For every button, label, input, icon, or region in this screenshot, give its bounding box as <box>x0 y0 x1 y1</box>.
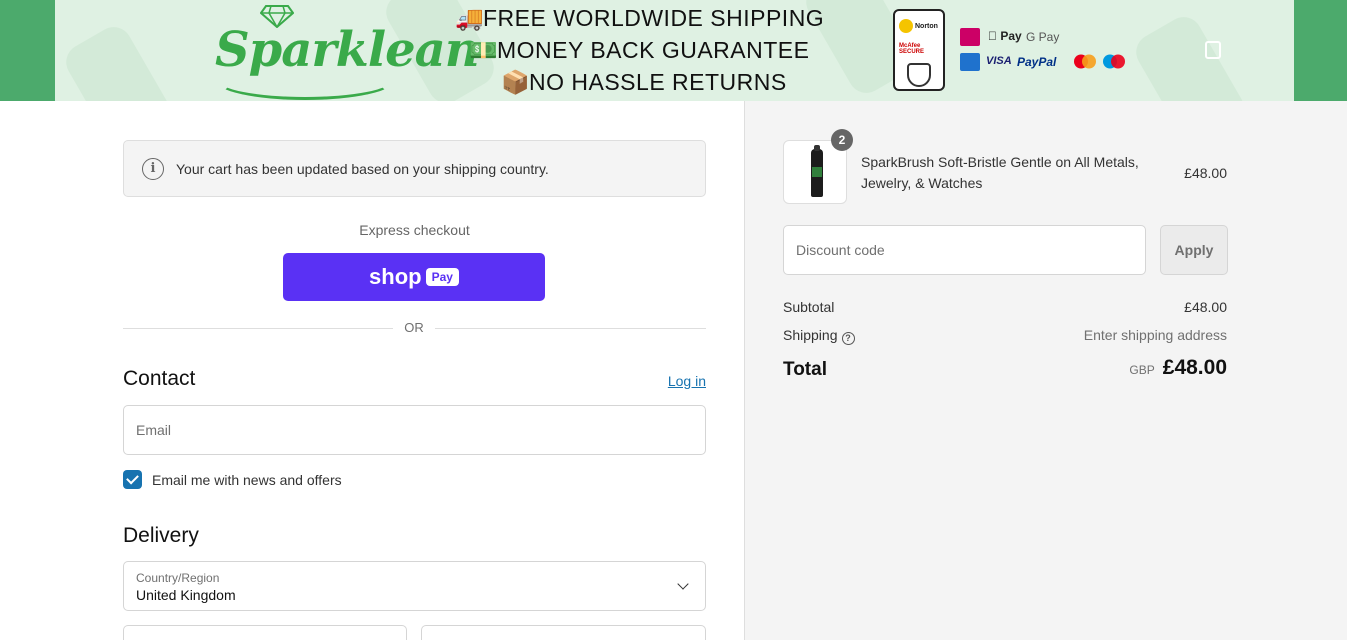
shipping-value: Enter shipping address <box>1083 327 1227 343</box>
shield-icon <box>907 63 931 87</box>
help-icon[interactable]: ? <box>841 332 855 345</box>
subtotal-value: £48.00 <box>1184 299 1227 315</box>
total-value: GBP £48.00 <box>1027 356 1227 380</box>
maestro-icon <box>1102 54 1126 69</box>
promo-shipping: 🚚FREE WORLDWIDE SHIPPING <box>455 5 825 31</box>
contact-heading: Contact <box>123 367 196 390</box>
first-name-input[interactable] <box>123 625 407 640</box>
banner-image: Sparklean 🚚FREE WORLDWIDE SHIPPING 💵MONE… <box>55 0 1294 101</box>
apply-discount-button[interactable]: Apply <box>1160 225 1228 275</box>
country-select[interactable]: Country/Region United Kingdom <box>123 561 706 611</box>
total-label: Total <box>783 359 827 380</box>
google-pay-icon: G Pay <box>1026 30 1060 44</box>
chevron-down-icon <box>677 578 689 590</box>
or-separator: OR <box>393 320 435 335</box>
package-icon: 📦 <box>501 69 531 95</box>
shop-pay-button[interactable]: shop Pay <box>283 253 545 301</box>
delivery-heading: Delivery <box>123 524 199 547</box>
cart-icon[interactable] <box>1205 41 1221 59</box>
total-amount: £48.00 <box>1162 356 1227 379</box>
product-price: £48.00 <box>1184 165 1227 181</box>
news-checkbox-label[interactable]: Email me with news and offers <box>152 472 342 488</box>
currency-code: GBP <box>1129 363 1155 377</box>
email-input[interactable]: Email <box>123 405 706 455</box>
country-select-value: United Kingdom <box>136 587 236 603</box>
checkout-main: i Your cart has been updated based on yo… <box>0 101 744 640</box>
country-select-label: Country/Region <box>136 571 220 585</box>
mastercard-icon <box>1073 54 1097 69</box>
news-checkbox[interactable] <box>123 470 142 489</box>
truck-icon: 🚚 <box>455 5 485 31</box>
amex-icon <box>960 53 980 71</box>
bottle-decoration <box>59 20 181 101</box>
money-icon: 💵 <box>469 37 499 63</box>
apple-pay-icon:  Pay <box>988 29 1022 43</box>
subtotal-label: Subtotal <box>783 299 835 315</box>
express-checkout-label: Express checkout <box>359 222 470 238</box>
quantity-badge: 2 <box>831 129 853 151</box>
login-link[interactable]: Log in <box>640 373 706 389</box>
shipping-label: Shipping? <box>783 327 855 345</box>
product-name: SparkBrush Soft-Bristle Gentle on All Me… <box>861 154 1139 191</box>
paypal-icon: PayPal <box>1017 55 1057 69</box>
security-badge: Norton McAfee SECURE <box>893 9 945 91</box>
visa-icon: VISA <box>986 55 1012 67</box>
ideal-icon <box>960 28 980 46</box>
last-name-input[interactable] <box>421 625 706 640</box>
order-summary: 2 SparkBrush Soft-Bristle Gentle on All … <box>744 101 1347 640</box>
bottle-decoration <box>1129 10 1251 101</box>
logo-swoosh <box>215 60 395 100</box>
promo-guarantee: 💵MONEY BACK GUARANTEE <box>469 37 810 63</box>
promo-returns: 📦NO HASSLE RETURNS <box>501 69 787 95</box>
discount-code-input[interactable]: Discount code <box>783 225 1146 275</box>
product-image <box>811 145 823 197</box>
info-icon: i <box>142 157 164 180</box>
norton-check-icon <box>899 19 913 33</box>
store-banner: Sparklean 🚚FREE WORLDWIDE SHIPPING 💵MONE… <box>0 0 1347 101</box>
cart-updated-notice: i Your cart has been updated based on yo… <box>123 140 706 197</box>
